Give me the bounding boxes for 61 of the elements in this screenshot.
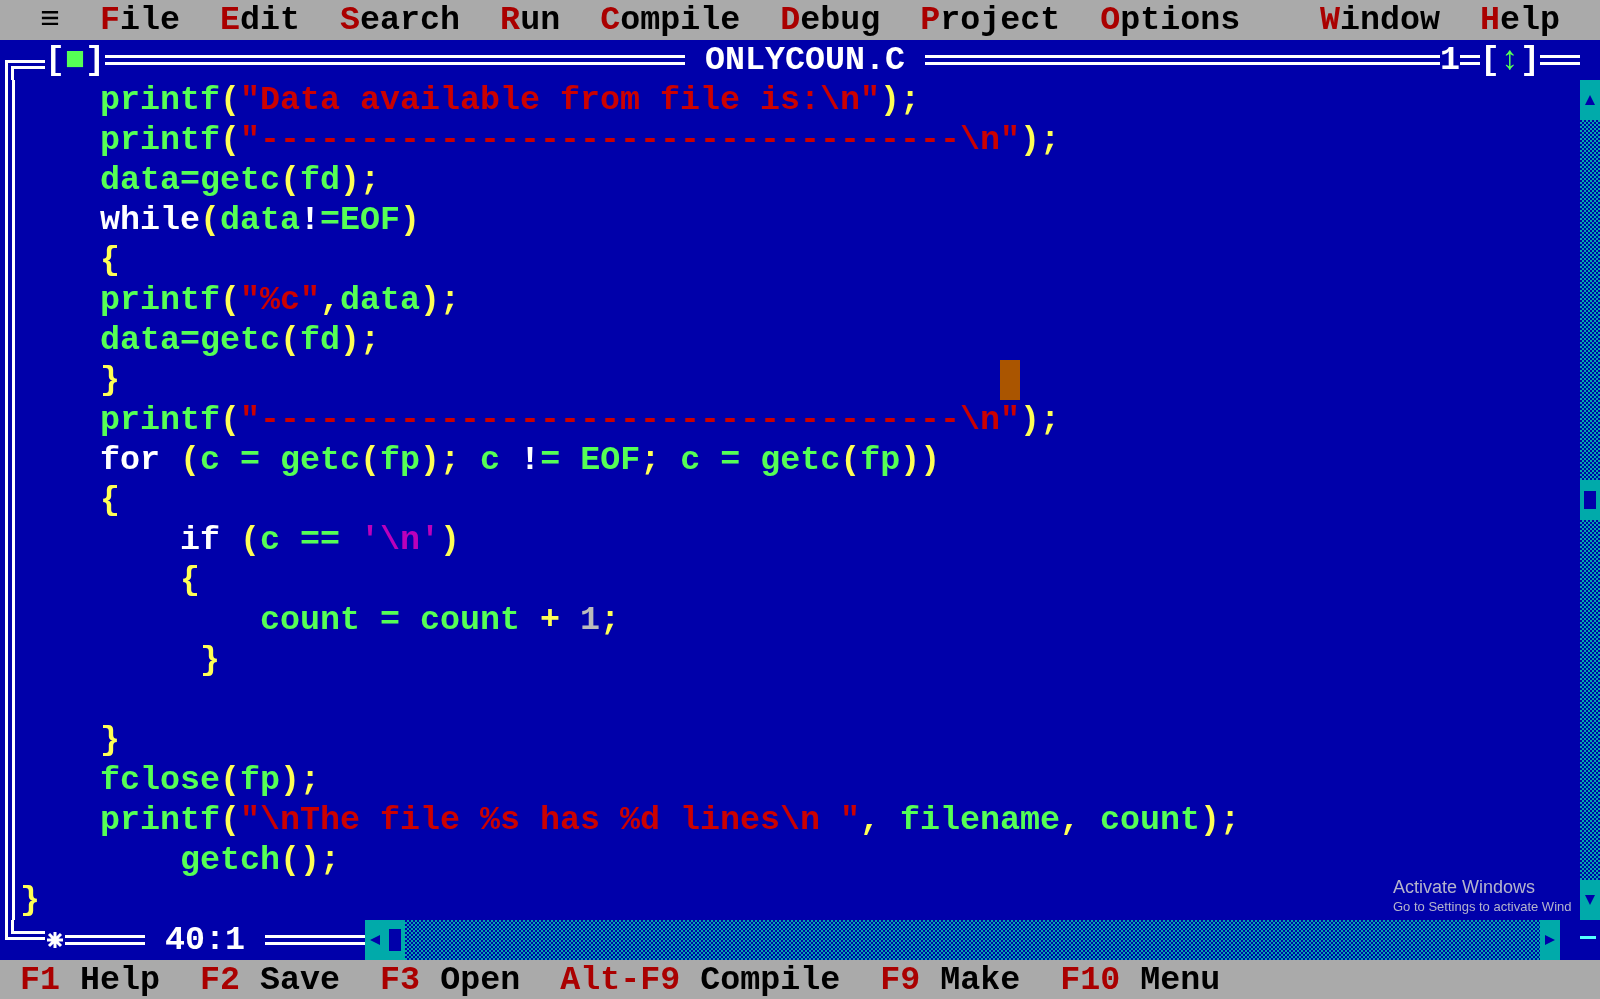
scroll-up-button[interactable] — [1580, 80, 1600, 120]
code-line: printf("-----------------------------------\n"); — [99, 120, 1061, 160]
left-arrow-icon — [369, 934, 381, 946]
code-line: data=getc(fd); — [99, 320, 381, 360]
menu-item[interactable]: Search — [320, 0, 481, 40]
vertical-scrollbar[interactable] — [1580, 80, 1600, 920]
scroll-right-button[interactable] — [1540, 920, 1560, 960]
code-line: fclose(fp); — [99, 760, 321, 800]
scroll-down-button[interactable] — [1580, 880, 1600, 920]
code-line: printf("-----------------------------------\n"); — [99, 400, 1061, 440]
code-line: for (c = getc(fp); c != EOF; c = getc(fp)) — [99, 440, 941, 480]
mouse-cursor — [1000, 360, 1020, 400]
code-line: data=getc(fd); — [99, 160, 381, 200]
code-line: } — [199, 640, 220, 680]
cursor-position: 40:1 — [164, 920, 246, 960]
menu-item[interactable]: Help — [1459, 0, 1580, 40]
code-line: } — [99, 360, 120, 400]
zoom-box[interactable]: [↕] — [1479, 40, 1540, 80]
function-key[interactable]: F10 Menu — [1060, 960, 1221, 999]
frame-line — [1540, 55, 1580, 65]
menu-item[interactable]: Compile — [580, 0, 761, 40]
down-arrow-icon — [1584, 894, 1596, 906]
system-menu[interactable]: ≡ — [20, 0, 80, 40]
function-key[interactable]: F2 Save — [200, 960, 341, 999]
code-line: } — [99, 720, 120, 760]
code-line: printf("Data available from file is:\n"); — [99, 80, 921, 120]
code-line: while(data!=EOF) — [99, 200, 421, 240]
code-line: } — [20, 880, 40, 920]
window-number: 1 — [1439, 40, 1460, 80]
code-line: printf("%c",data); — [99, 280, 461, 320]
scroll-left-button[interactable] — [365, 920, 385, 960]
code-line: { — [179, 560, 200, 600]
code-line: { — [99, 240, 120, 280]
frame-line — [1459, 55, 1480, 65]
menu-item[interactable]: Options — [1080, 0, 1261, 40]
frame-corner — [5, 60, 45, 80]
right-arrow-icon — [1544, 934, 1556, 946]
activation-notice-title: Activate Windows — [1393, 877, 1536, 899]
menu-item[interactable]: File — [80, 0, 201, 40]
frame-corner — [5, 920, 45, 940]
code-line: if (c == '\n') — [179, 520, 461, 560]
window-title: ONLYCOUN.C — [704, 40, 907, 80]
menu-item[interactable]: Run — [480, 0, 581, 40]
scroll-thumb[interactable] — [1580, 480, 1600, 520]
function-key[interactable]: Alt-F9 Compile — [560, 960, 841, 999]
menu-item[interactable]: Debug — [760, 0, 901, 40]
up-arrow-icon — [1584, 94, 1596, 106]
close-box[interactable]: [■] — [45, 40, 106, 80]
code-line: count = count + 1; — [259, 600, 621, 640]
menu-item[interactable]: Window — [1299, 0, 1460, 40]
code-line: printf("\nThe file %s has %d lines\n ", filename, count); — [99, 800, 1241, 840]
scroll-thumb[interactable] — [385, 920, 405, 960]
horizontal-scrollbar[interactable] — [365, 920, 1560, 960]
menu-item[interactable]: Project — [900, 0, 1081, 40]
function-key[interactable]: F9 Make — [880, 960, 1021, 999]
function-key[interactable]: F3 Open — [380, 960, 521, 999]
code-line: getch(); — [179, 840, 341, 880]
function-key[interactable]: F1 Help — [20, 960, 161, 999]
activation-notice-text: Go to Settings to activate Wind — [1393, 898, 1572, 915]
code-line: { — [99, 480, 120, 520]
menu-item[interactable]: Edit — [200, 0, 321, 40]
